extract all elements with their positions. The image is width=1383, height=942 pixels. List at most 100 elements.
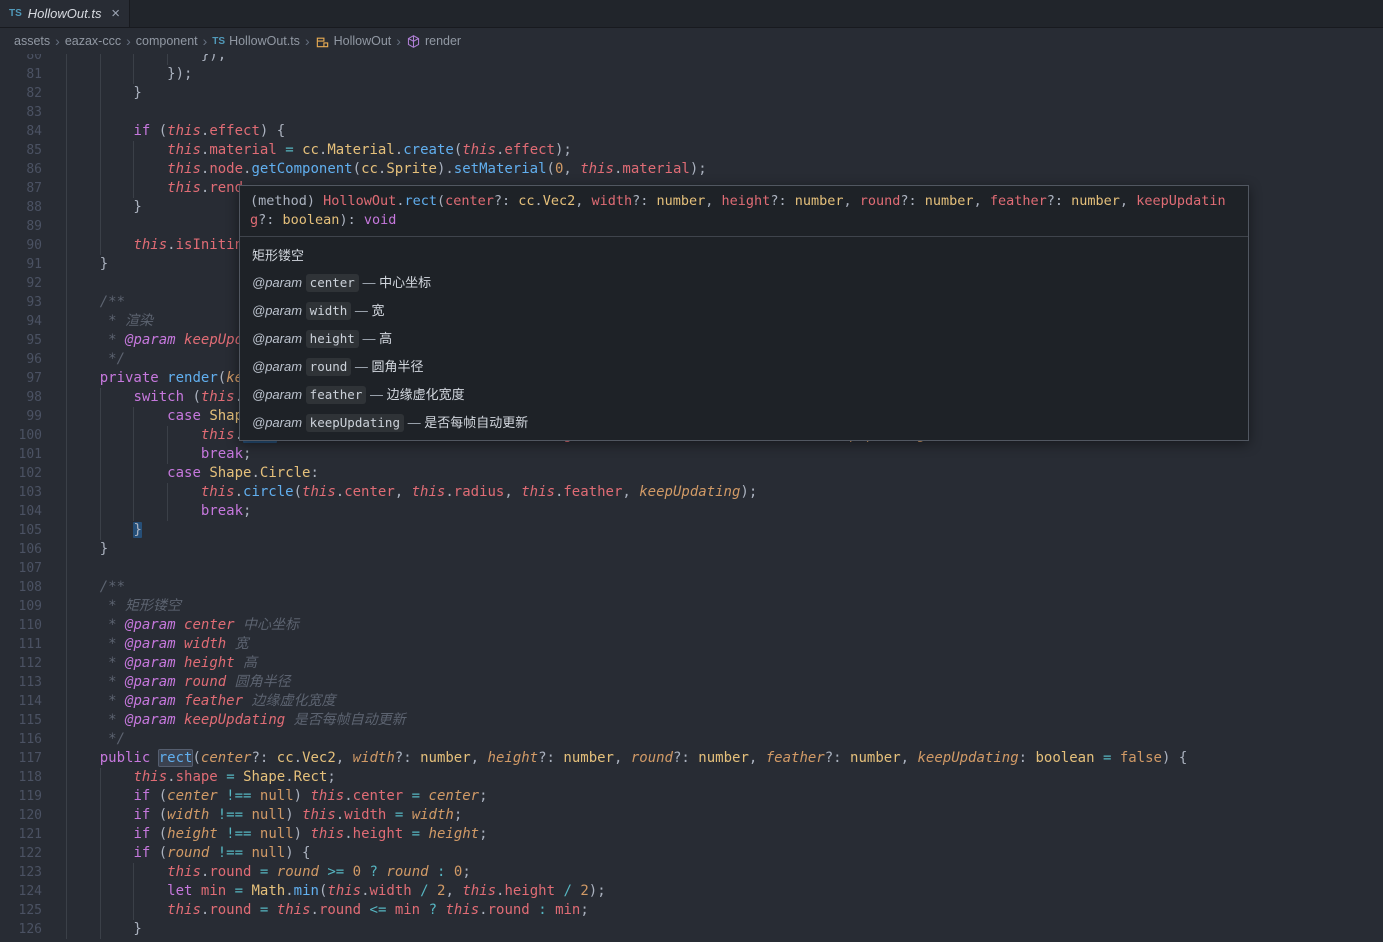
line-number: 121 <box>18 827 42 842</box>
code-line-117[interactable]: 117 public rect(center?: cc.Vec2, width?… <box>0 749 1383 768</box>
indent-guide <box>99 483 101 502</box>
code-line-108[interactable]: 108 /** <box>0 578 1383 597</box>
indent-guide <box>167 426 169 445</box>
line-number: 91 <box>26 257 42 272</box>
code-line-83[interactable]: 83 <box>0 103 1383 122</box>
code-line-113[interactable]: 113 * @param round 圆角半径 <box>0 673 1383 692</box>
tab-hollowout-ts[interactable]: TS HollowOut.ts × <box>0 0 130 27</box>
code-line-107[interactable]: 107 <box>0 559 1383 578</box>
code-line-110[interactable]: 110 * @param center 中心坐标 <box>0 616 1383 635</box>
tab-title: HollowOut.ts <box>27 6 102 21</box>
line-number: 96 <box>26 352 42 367</box>
indent-guide <box>66 483 67 502</box>
tab-bar: TS HollowOut.ts × <box>0 0 1383 28</box>
code-line-126[interactable]: 126 } <box>0 920 1383 939</box>
code-line-101[interactable]: 101 break; <box>0 445 1383 464</box>
code-line-111[interactable]: 111 * @param width 宽 <box>0 635 1383 654</box>
indent-guide <box>66 768 67 787</box>
indent-guide <box>99 160 101 179</box>
indent-guide <box>66 673 67 692</box>
code-line-102[interactable]: 102 case Shape.Circle: <box>0 464 1383 483</box>
indent-guide <box>66 65 67 84</box>
hover-param-width: @param width — 宽 <box>252 302 385 320</box>
code-line-80[interactable]: 80 }); <box>0 54 1383 65</box>
code-line-105[interactable]: 105 } <box>0 521 1383 540</box>
chevron-right-icon: › <box>304 33 310 49</box>
code-line-120[interactable]: 120 if (width !== null) this.width = wid… <box>0 806 1383 825</box>
indent-guide <box>66 141 67 160</box>
code-line-112[interactable]: 112 * @param height 高 <box>0 654 1383 673</box>
hover-param-round: @param round — 圆角半径 <box>252 358 424 376</box>
code-line-81[interactable]: 81 }); <box>0 65 1383 84</box>
breadcrumb-label: HollowOut <box>333 34 392 48</box>
code-line-content: }); <box>66 54 1383 65</box>
code-line-122[interactable]: 122 if (round !== null) { <box>0 844 1383 863</box>
code-line-103[interactable]: 103 this.circle(this.center, this.radius… <box>0 483 1383 502</box>
code-line-123[interactable]: 123 this.round = round >= 0 ? round : 0; <box>0 863 1383 882</box>
breadcrumb-item-component[interactable]: component <box>136 34 198 48</box>
code-line-content <box>66 103 1383 122</box>
code-line-114[interactable]: 114 * @param feather 边缘虚化宽度 <box>0 692 1383 711</box>
line-number: 84 <box>26 124 42 139</box>
code-line-84[interactable]: 84 if (this.effect) { <box>0 122 1383 141</box>
indent-guide <box>66 920 67 939</box>
indent-guide <box>133 464 135 483</box>
breadcrumb-item-eazax-ccc[interactable]: eazax-ccc <box>65 34 121 48</box>
indent-guide <box>99 901 101 920</box>
line-number: 122 <box>18 846 42 861</box>
breadcrumb-item-assets[interactable]: assets <box>14 34 50 48</box>
indent-guide <box>99 141 101 160</box>
indent-guide <box>99 217 101 236</box>
class-symbol-icon <box>316 37 328 47</box>
code-line-121[interactable]: 121 if (height !== null) this.height = h… <box>0 825 1383 844</box>
code-line-content: break; <box>66 445 1383 464</box>
line-number: 120 <box>18 808 42 823</box>
code-line-115[interactable]: 115 * @param keepUpdating 是否每帧自动更新 <box>0 711 1383 730</box>
code-line-content: this.circle(this.center, this.radius, th… <box>66 483 1383 502</box>
indent-guide <box>66 179 67 198</box>
indent-guide <box>66 407 67 426</box>
code-line-124[interactable]: 124 let min = Math.min(this.width / 2, t… <box>0 882 1383 901</box>
indent-guide <box>99 122 101 141</box>
indent-guide <box>133 65 135 84</box>
breadcrumb-label: component <box>135 34 198 48</box>
code-line-104[interactable]: 104 break; <box>0 502 1383 521</box>
line-number: 114 <box>18 694 42 709</box>
indent-guide <box>99 787 101 806</box>
indent-guide <box>133 901 135 920</box>
line-number: 88 <box>26 200 42 215</box>
hover-signature-line: g?: boolean): void <box>250 212 397 228</box>
indent-guide <box>66 616 67 635</box>
indent-guide <box>66 464 67 483</box>
code-line-86[interactable]: 86 this.node.getComponent(cc.Sprite).set… <box>0 160 1383 179</box>
code-line-content: if (width !== null) this.width = width; <box>66 806 1383 825</box>
code-line-118[interactable]: 118 this.shape = Shape.Rect; <box>0 768 1383 787</box>
code-line-109[interactable]: 109 * 矩形镂空 <box>0 597 1383 616</box>
line-number: 100 <box>18 428 42 443</box>
breadcrumb-label: HollowOut.ts <box>229 34 300 48</box>
code-line-85[interactable]: 85 this.material = cc.Material.create(th… <box>0 141 1383 160</box>
breadcrumb-item-hollowout-ts[interactable]: TS HollowOut.ts <box>212 34 300 48</box>
line-number: 83 <box>26 105 42 120</box>
hover-signature-line: (method) HollowOut.rect(center?: cc.Vec2… <box>250 193 1226 209</box>
code-line-content: break; <box>66 502 1383 521</box>
indent-guide <box>99 426 101 445</box>
code-line-125[interactable]: 125 this.round = this.round <= min ? thi… <box>0 901 1383 920</box>
tab-close-icon[interactable]: × <box>111 6 120 21</box>
indent-guide <box>133 882 135 901</box>
line-number: 105 <box>18 523 42 538</box>
breadcrumb-item-hollowout[interactable]: HollowOut <box>315 34 392 49</box>
code-line-106[interactable]: 106 } <box>0 540 1383 559</box>
indent-guide <box>99 198 101 217</box>
code-line-82[interactable]: 82 } <box>0 84 1383 103</box>
indent-guide <box>133 160 135 179</box>
indent-guide <box>66 350 67 369</box>
breadcrumb-item-render[interactable]: render <box>406 34 461 49</box>
indent-guide <box>66 559 67 578</box>
code-line-119[interactable]: 119 if (center !== null) this.center = c… <box>0 787 1383 806</box>
indent-guide <box>66 654 67 673</box>
indent-guide <box>66 749 67 768</box>
code-line-116[interactable]: 116 */ <box>0 730 1383 749</box>
indent-guide <box>66 787 67 806</box>
code-line-content: * @param round 圆角半径 <box>66 673 291 692</box>
